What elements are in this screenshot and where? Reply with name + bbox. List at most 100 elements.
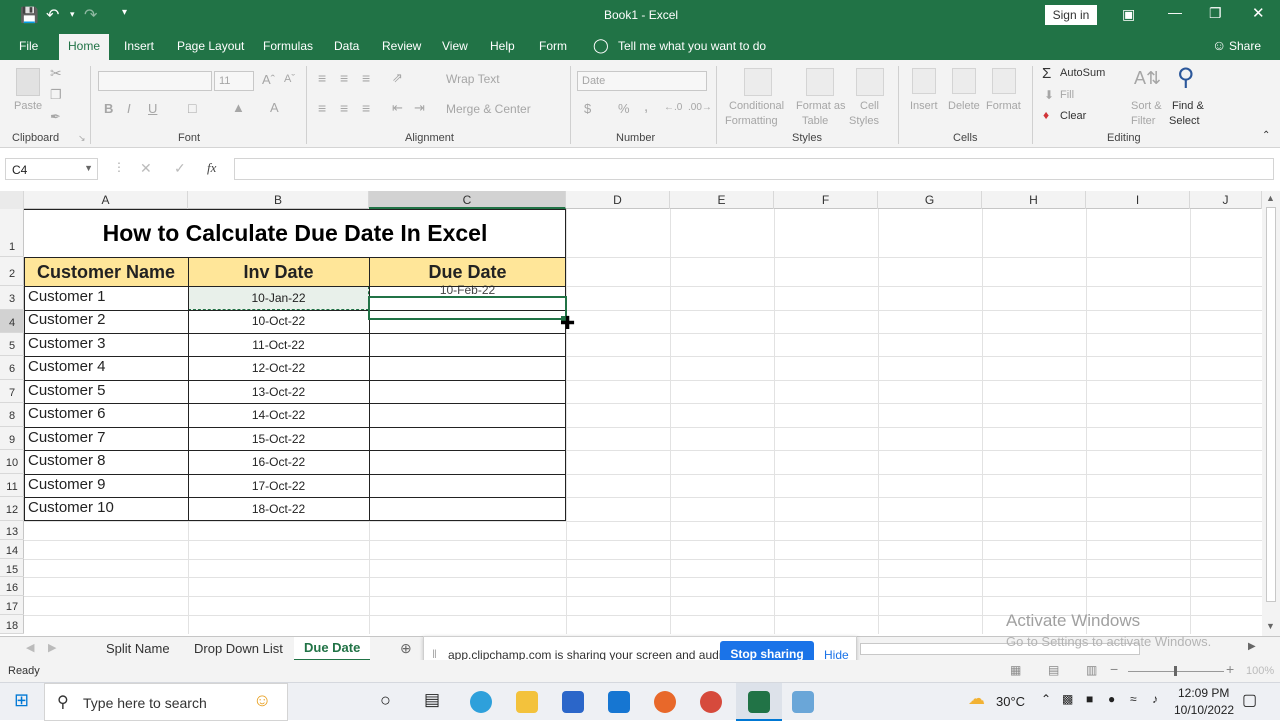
save-icon[interactable]: 💾 [20,6,39,24]
inv-date-cell[interactable]: 15-Oct-22 [188,432,369,446]
customer-name-cell[interactable]: Customer 9 [28,476,106,493]
column-header-g[interactable]: G [878,191,982,209]
conditional-formatting-label-1[interactable]: Conditional [729,100,784,112]
row-header-8[interactable]: 8 [0,403,24,427]
fill-icon[interactable]: ⬇ [1044,88,1054,102]
vertical-scroll-thumb[interactable] [1266,207,1276,602]
row-header-17[interactable]: 17 [0,596,24,615]
clock-time[interactable]: 12:09 PM [1178,686,1229,700]
collapse-ribbon-icon[interactable]: ⌃ [1262,130,1270,141]
share-button[interactable]: Share [1229,39,1261,53]
column-header-i[interactable]: I [1086,191,1190,209]
customer-name-cell[interactable]: Customer 5 [28,382,106,399]
active-cell-c4[interactable] [368,296,567,320]
inv-date-cell[interactable]: 14-Oct-22 [188,408,369,422]
microphone-icon[interactable]: ● [1108,692,1115,706]
customer-name-cell[interactable]: Customer 4 [28,358,106,375]
tab-insert[interactable]: Insert [124,39,154,53]
meet-now-icon[interactable]: ▩ [1062,692,1073,706]
column-header-a[interactable]: A [24,191,188,209]
column-header-e[interactable]: E [670,191,774,209]
customer-name-cell[interactable]: Customer 3 [28,335,106,352]
close-icon[interactable]: ✕ [1252,4,1265,22]
conditional-formatting-icon[interactable] [744,68,772,96]
paste-icon[interactable] [16,68,40,96]
cortana-icon[interactable]: ○ [380,690,391,711]
customer-name-cell[interactable]: Customer 2 [28,311,106,328]
inv-date-cell[interactable]: 12-Oct-22 [188,361,369,375]
format-as-table-label-2[interactable]: Table [802,115,828,127]
prev-sheet-icon[interactable]: ◀ [26,641,34,654]
cut-icon[interactable]: ✂ [50,65,62,82]
find-select-label-1[interactable]: Find & [1172,100,1204,112]
format-cells-icon[interactable] [992,68,1016,94]
column-header-d[interactable]: D [566,191,670,209]
italic-button[interactable]: I [127,101,131,116]
customer-name-cell[interactable]: Customer 8 [28,452,106,469]
tab-view[interactable]: View [442,39,468,53]
row-header-7[interactable]: 7 [0,380,24,403]
ribbon-display-icon[interactable]: ▣ [1122,6,1135,23]
file-explorer-icon[interactable] [516,691,538,713]
cell-styles-label-1[interactable]: Cell [860,100,879,112]
formula-input[interactable] [234,158,1274,180]
redo-icon[interactable]: ↷ [84,5,97,25]
paste-button[interactable]: Paste [14,100,42,112]
decrease-decimal-icon[interactable]: .00→ [688,102,712,113]
fill-color-icon[interactable]: ▲ [232,100,245,115]
sort-filter-icon[interactable]: A⇅ [1134,68,1161,89]
font-name-box[interactable] [98,71,212,91]
font-size-box[interactable]: 11 [214,71,254,91]
scroll-right-icon[interactable]: ▶ [1248,641,1256,652]
eraser-icon[interactable]: ♦ [1043,108,1049,122]
align-left-icon[interactable]: ≡ [318,100,326,116]
row-header-1[interactable]: 1 [0,209,24,257]
cancel-entry-icon[interactable]: ✕ [140,160,152,177]
tab-form[interactable]: Form [539,39,567,53]
drag-handle-icon[interactable]: ‖ [432,647,437,661]
undo-dropdown-icon[interactable]: ▾ [70,9,75,20]
insert-cells-button[interactable]: Insert [910,100,938,112]
sheet-tab-due-date[interactable]: Due Date [294,637,371,661]
confirm-entry-icon[interactable]: ✓ [174,160,186,177]
cell-styles-label-2[interactable]: Styles [849,115,879,127]
find-select-label-2[interactable]: Select [1169,115,1200,127]
zoom-in-icon[interactable]: + [1226,661,1234,677]
scroll-down-icon[interactable]: ▼ [1266,621,1275,631]
tab-page-layout[interactable]: Page Layout [177,39,244,53]
normal-view-icon[interactable]: ▦ [1010,663,1021,677]
inv-date-cell[interactable]: 18-Oct-22 [188,502,369,516]
firefox-icon[interactable] [654,691,676,713]
column-header-c[interactable]: C [369,191,566,209]
zoom-out-icon[interactable]: − [1110,661,1118,677]
tell-me-search[interactable]: Tell me what you want to do [618,39,766,53]
notification-center-icon[interactable]: ▢ [1242,690,1257,710]
tab-data[interactable]: Data [334,39,359,53]
taskbar-search-box[interactable]: ⚲ Type here to search ☺ [44,683,288,721]
clear-button[interactable]: Clear [1060,110,1086,122]
delete-cells-icon[interactable] [952,68,976,94]
format-as-table-icon[interactable] [806,68,834,96]
decrease-indent-icon[interactable]: ⇤ [392,100,403,116]
tab-help[interactable]: Help [490,39,515,53]
header-inv-date[interactable]: Inv Date [188,257,369,286]
inv-date-cell[interactable]: 10-Jan-22 [188,291,369,305]
row-header-18[interactable]: 18 [0,615,24,634]
format-painter-icon[interactable]: ✒ [50,109,61,125]
inv-date-cell[interactable]: 10-Oct-22 [188,314,369,328]
copy-icon[interactable]: ❐ [50,87,62,103]
zoom-slider-thumb[interactable] [1174,666,1177,676]
select-all-button[interactable] [0,191,24,209]
inv-date-cell[interactable]: 16-Oct-22 [188,455,369,469]
sort-filter-label-1[interactable]: Sort & [1131,100,1162,112]
page-break-view-icon[interactable]: ▥ [1086,663,1097,677]
show-hidden-icons[interactable]: ⌃ [1041,692,1051,706]
customer-name-cell[interactable]: Customer 1 [28,288,106,305]
grow-font-icon[interactable]: Aˆ [262,72,275,87]
row-header-4[interactable]: 4 [0,310,24,333]
insert-function-button[interactable]: fx [207,160,216,176]
row-header-10[interactable]: 10 [0,450,24,474]
number-format-box[interactable]: Date [577,71,707,91]
tab-file[interactable]: File [19,39,38,53]
excel-taskbar-button[interactable] [736,683,782,721]
